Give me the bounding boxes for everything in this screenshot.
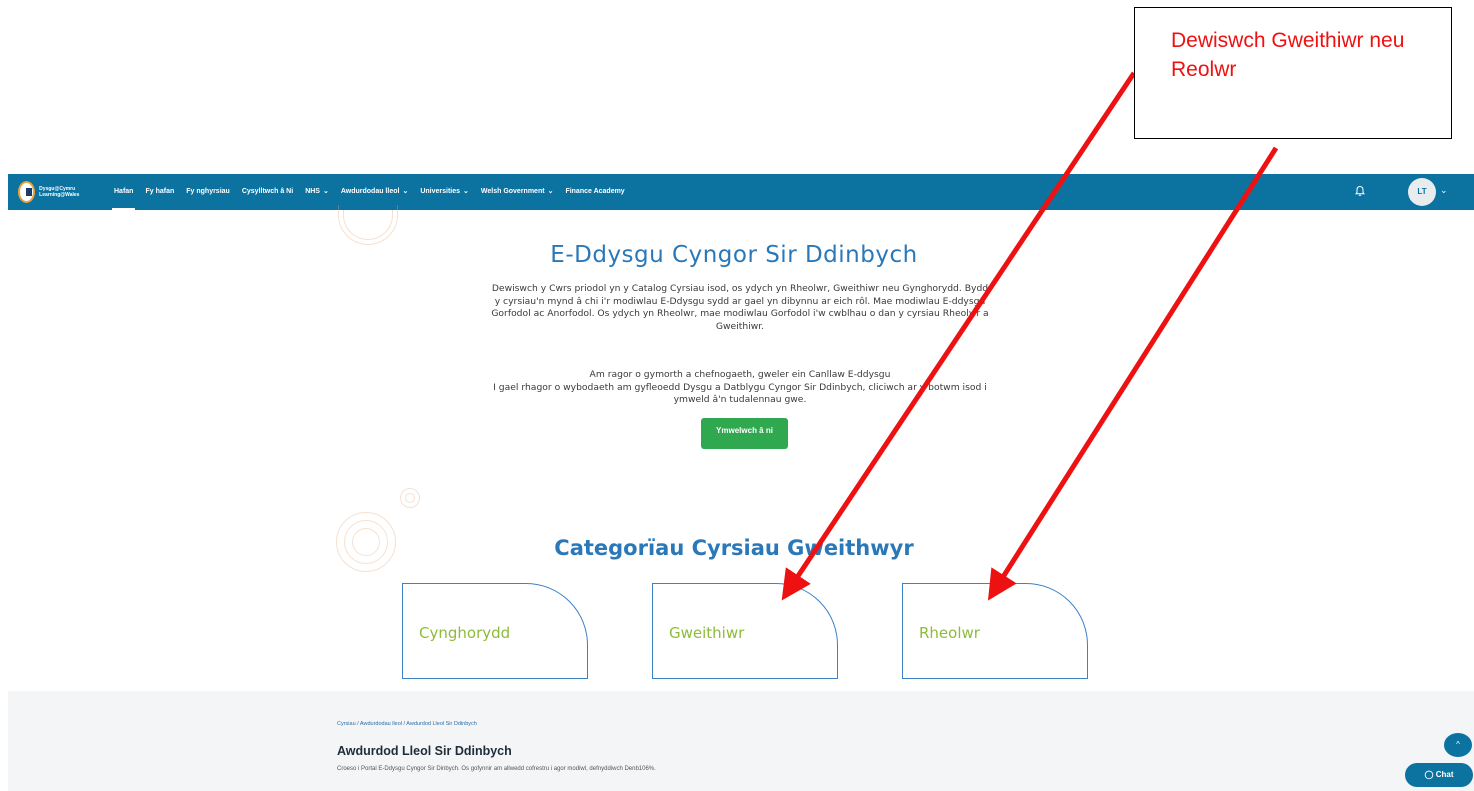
category-card-cynghorydd[interactable]: Cynghorydd [402,583,588,679]
nav-item-label: Awdurdodau lleol [340,188,400,195]
nav-item-hafan[interactable]: Hafan [111,174,136,210]
nav-item-welsh-government[interactable]: Welsh Government ⌄ [481,174,554,210]
annotation-text: Dewiswch Gweithiwr neu Reolwr [1171,29,1405,81]
chevron-down-icon: ⌄ [547,188,554,195]
category-card-label: Rheolwr [919,624,980,642]
chevron-down-icon: ⌄ [402,188,409,195]
chat-bubble-icon: ◯ [1424,770,1434,779]
nav-item-universities[interactable]: Universities ⌄ [420,174,469,210]
top-navbar: Dysgu@Cymru Learning@Wales Hafan Fy hafa… [8,174,1474,210]
help-line: I gael rhagor o wybodaeth am gyfleoedd D… [493,381,987,406]
nav-item-label: Fy hafan [145,188,175,195]
nav-item-label: Hafan [114,188,134,195]
categories-title: Categorïau Cyrsiau Gweithwyr [554,536,914,560]
chevron-down-icon: ⌄ [463,188,469,195]
logo-mark-icon [18,181,36,203]
breadcrumb[interactable]: Cyrsiau / Awdurdodau lleol / Awdurdod Ll… [337,721,477,727]
chat-label: Chat [1435,770,1454,779]
nav-item-label: Fy nghyrsiau [186,188,230,195]
chevron-down-icon: ⌄ [322,188,329,195]
page-title: E-Ddysgu Cyngor Sir Ddinbych [550,242,918,268]
visit-us-button[interactable]: Ymwelwch â ni [701,418,788,449]
site-logo[interactable]: Dysgu@Cymru Learning@Wales [18,180,96,204]
nav-item-finance-academy[interactable]: Finance Academy [565,174,624,210]
category-card-label: Gweithiwr [669,624,745,642]
scroll-to-top-button[interactable]: ^ [1444,733,1472,757]
nav-item-cysylltwch[interactable]: Cysylltwch â Ni [242,174,293,210]
section-description: Croeso i Portal E-Ddysgu Cyngor Sir Dinb… [337,766,656,772]
nav-item-nhs[interactable]: NHS ⌄ [305,174,329,210]
nav-item-fy-nghyrsiau[interactable]: Fy nghyrsiau [186,174,230,210]
category-card-gweithiwr[interactable]: Gweithiwr [652,583,838,679]
intro-text: Dewiswch y Cwrs priodol yn y Catalog Cyr… [491,283,989,332]
category-card-rheolwr[interactable]: Rheolwr [902,583,1088,679]
nav-item-fy-hafan[interactable]: Fy hafan [145,174,174,210]
nav-item-label: Cysylltwch â Ni [241,188,294,195]
category-card-label: Cynghorydd [419,624,511,642]
annotation-arrow [987,146,1279,601]
bell-icon[interactable] [1354,185,1366,197]
help-line: Am ragor o gymorth a chefnogaeth, gweler… [589,369,891,380]
chevron-up-icon: ^ [1456,740,1460,749]
annotation-callout: Dewiswch Gweithiwr neu Reolwr [1134,7,1452,139]
nav-item-label: Finance Academy [565,188,625,195]
section-title: Awdurdod Lleol Sir Ddinbych [337,744,512,758]
decorative-circle [352,528,380,556]
avatar[interactable]: LT [1408,178,1436,206]
nav-item-label: Universities [420,188,461,195]
nav-item-label: NHS [305,188,320,195]
nav-item-label: Welsh Government [480,188,545,195]
logo-text: Dysgu@Cymru Learning@Wales [39,186,80,198]
decorative-circle [405,493,415,503]
chat-button[interactable]: ◯ Chat [1405,763,1473,787]
help-text: Am ragor o gymorth a chefnogaeth, gweler… [490,369,990,407]
chevron-down-icon[interactable]: ⌄ [1440,185,1448,196]
course-info-section [8,691,1474,791]
